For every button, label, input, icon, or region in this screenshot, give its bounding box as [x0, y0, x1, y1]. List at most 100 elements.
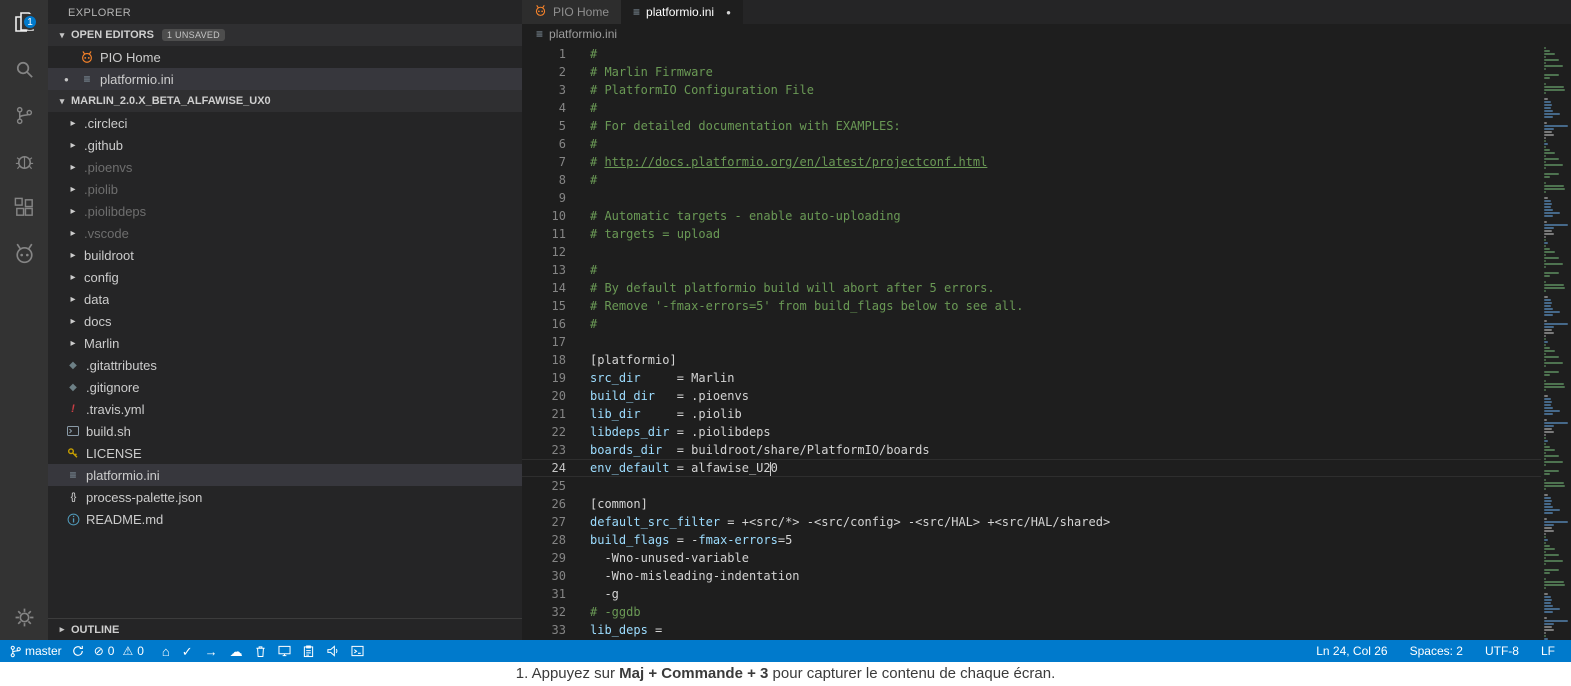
code-line-4[interactable]: 4 # [522, 99, 1571, 117]
code-line-9[interactable]: 9 [522, 189, 1571, 207]
code-line-18[interactable]: 18 [platformio] [522, 351, 1571, 369]
pio-build-button[interactable]: ✓ [182, 645, 193, 658]
code-editor[interactable]: 1 #2 # Marlin Firmware 3 # PlatformIO Config… [522, 44, 1571, 640]
line-number: 30 [551, 569, 566, 583]
code-line-29[interactable]: 29 -Wno-unused-variable [522, 549, 1571, 567]
source-control-icon[interactable] [0, 92, 48, 138]
open-editors-header[interactable]: ▾ OPEN EDITORS 1 UNSAVED [48, 24, 522, 46]
pio-serial-monitor-button[interactable] [326, 645, 339, 657]
folder-marlin[interactable]: ▸ Marlin [48, 332, 522, 354]
code-line-20[interactable]: 20 build_dir = .pioenvs [522, 387, 1571, 405]
folder-buildroot[interactable]: ▸ buildroot [48, 244, 522, 266]
code-line-24[interactable]: 24 env_default = alfawise_U20 [522, 459, 1571, 477]
folder-.pioenvs[interactable]: ▸ .pioenvs [48, 156, 522, 178]
code-line-6[interactable]: 6 # [522, 135, 1571, 153]
code-line-19[interactable]: 19 src_dir = Marlin [522, 369, 1571, 387]
pio-test-button[interactable] [278, 645, 291, 657]
chevron-right-icon: ▸ [70, 139, 76, 151]
file-.gitignore[interactable]: ◆ .gitignore [48, 376, 522, 398]
folder-.github[interactable]: ▸ .github [48, 134, 522, 156]
code-line-14[interactable]: 14 # By default platformio build will abo… [522, 279, 1571, 297]
chevron-right-icon: ▸ [70, 337, 76, 349]
outline-header[interactable]: ▸ OUTLINE [48, 618, 522, 640]
explorer-icon[interactable]: 1 [0, 0, 48, 46]
code-line-12[interactable]: 12 [522, 243, 1571, 261]
sync-button[interactable] [72, 645, 84, 657]
tree-item-label: data [84, 291, 110, 307]
file-readme.md[interactable]: README.md [48, 508, 522, 530]
platformio-icon[interactable] [0, 230, 48, 276]
pio-task-button[interactable] [303, 644, 314, 658]
code-line-31[interactable]: 31 -g [522, 585, 1571, 603]
code-line-17[interactable]: 17 [522, 333, 1571, 351]
debug-icon[interactable] [0, 138, 48, 184]
minimap[interactable] [1541, 44, 1571, 640]
git-file-icon: ◆ [69, 381, 77, 393]
folder-docs[interactable]: ▸ docs [48, 310, 522, 332]
folder-config[interactable]: ▸ config [48, 266, 522, 288]
code-line-26[interactable]: 26 [common] [522, 495, 1571, 513]
open-editor-label: PIO Home [100, 49, 161, 65]
file-build.sh[interactable]: build.sh [48, 420, 522, 442]
pio-remote-upload-button[interactable]: ☁ [230, 645, 243, 658]
problems-button[interactable]: ⊘ 0 ⚠ 0 [94, 644, 144, 658]
code-line-28[interactable]: 28 build_flags = -fmax-errors=5 [522, 531, 1571, 549]
ini-file-icon: ≡ [536, 27, 544, 41]
modified-dot-icon[interactable]: ● [726, 8, 731, 17]
search-icon[interactable] [0, 46, 48, 92]
folder-.vscode[interactable]: ▸ .vscode [48, 222, 522, 244]
code-line-7[interactable]: 7 # http://docs.platformio.org/en/latest/… [522, 153, 1571, 171]
outline-label: OUTLINE [71, 623, 120, 636]
settings-gear-icon[interactable] [0, 594, 48, 640]
explorer-sidebar: EXPLORER ▾ OPEN EDITORS 1 UNSAVED PIO Ho… [48, 0, 522, 640]
pio-clean-button[interactable] [255, 645, 266, 658]
open-editor-platformio-ini[interactable]: ● ≡ platformio.ini [48, 68, 522, 90]
tab-platformio-ini[interactable]: ≡ platformio.ini ● [621, 0, 743, 24]
file-process-palette.json[interactable]: {} process-palette.json [48, 486, 522, 508]
code-line-8[interactable]: 8 # [522, 171, 1571, 189]
code-line-23[interactable]: 23 boards_dir = buildroot/share/PlatformI… [522, 441, 1571, 459]
tree-item-label: .circleci [84, 115, 128, 131]
code-line-25[interactable]: 25 [522, 477, 1571, 495]
folder-.piolib[interactable]: ▸ .piolib [48, 178, 522, 200]
folder-.piolibdeps[interactable]: ▸ .piolibdeps [48, 200, 522, 222]
encoding[interactable]: UTF-8 [1485, 644, 1519, 658]
file-.gitattributes[interactable]: ◆ .gitattributes [48, 354, 522, 376]
pio-home-button[interactable]: ⌂ [162, 645, 170, 658]
code-line-22[interactable]: 22 libdeps_dir = .piolibdeps [522, 423, 1571, 441]
code-line-33[interactable]: 33 lib_deps = [522, 621, 1571, 639]
indentation[interactable]: Spaces: 2 [1410, 644, 1463, 658]
extensions-icon[interactable] [0, 184, 48, 230]
file-license[interactable]: LICENSE [48, 442, 522, 464]
code-line-16[interactable]: 16 # [522, 315, 1571, 333]
folder-.circleci[interactable]: ▸ .circleci [48, 112, 522, 134]
eol-selector[interactable]: LF [1541, 644, 1555, 658]
breadcrumb[interactable]: ≡ platformio.ini [522, 24, 1571, 44]
code-line-30[interactable]: 30 -Wno-misleading-indentation [522, 567, 1571, 585]
project-name-label: MARLIN_2.0.X_BETA_ALFAWISE_UX0 [71, 95, 271, 107]
code-line-1[interactable]: 1 # [522, 45, 1571, 63]
code-line-15[interactable]: 15 # Remove '-fmax-errors=5' from build_f… [522, 297, 1571, 315]
file-.travis.yml[interactable]: ! .travis.yml [48, 398, 522, 420]
cursor-position[interactable]: Ln 24, Col 26 [1316, 644, 1387, 658]
pio-terminal-button[interactable] [351, 645, 364, 657]
folder-data[interactable]: ▸ data [48, 288, 522, 310]
code-line-2[interactable]: 2 # Marlin Firmware [522, 63, 1571, 81]
project-header[interactable]: ▾ MARLIN_2.0.X_BETA_ALFAWISE_UX0 [48, 90, 522, 112]
code-line-10[interactable]: 10 # Automatic targets - enable auto-uplo… [522, 207, 1571, 225]
code-line-13[interactable]: 13 # [522, 261, 1571, 279]
code-line-21[interactable]: 21 lib_dir = .piolib [522, 405, 1571, 423]
line-number: 29 [551, 551, 566, 565]
git-branch-button[interactable]: master [10, 644, 62, 658]
code-line-5[interactable]: 5 # For detailed documentation with EXAMP… [522, 117, 1571, 135]
tab-pio-home[interactable]: PIO Home [522, 0, 622, 24]
code-line-3[interactable]: 3 # PlatformIO Configuration File [522, 81, 1571, 99]
code-line-11[interactable]: 11 # targets = upload [522, 225, 1571, 243]
code-line-27[interactable]: 27 default_src_filter = +<src/*> -<src/co… [522, 513, 1571, 531]
file-platformio.ini[interactable]: ≡ platformio.ini [48, 464, 522, 486]
open-editor-pio-home[interactable]: PIO Home [48, 46, 522, 68]
code-line-32[interactable]: 32 # -ggdb [522, 603, 1571, 621]
line-number: 13 [551, 263, 566, 277]
editor-group: PIO Home ≡ platformio.ini ● ≡ platformio… [522, 0, 1571, 640]
pio-upload-button[interactable]: → [205, 645, 218, 658]
